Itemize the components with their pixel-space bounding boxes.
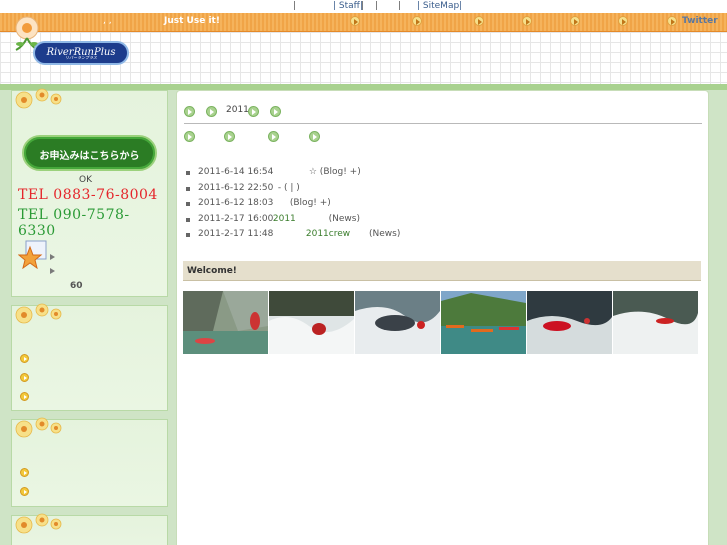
news-item[interactable]: 2011-6-12 22:50 - ( | ) [186, 183, 400, 199]
flower-decoration-icon [15, 513, 62, 534]
news-text: (Blog! +) [289, 198, 331, 208]
kayak-photo[interactable] [613, 291, 698, 354]
menu-arrow-icon[interactable] [412, 16, 422, 26]
category-arrow-icon[interactable] [224, 131, 235, 142]
twitter-link[interactable]: Twitter [682, 16, 718, 26]
breadcrumb-arrow-icon[interactable] [270, 106, 281, 117]
rafting-photo[interactable] [527, 291, 612, 354]
menu-bullet-icon[interactable] [20, 487, 29, 496]
count-value: 60 [70, 281, 83, 291]
breadcrumb-arrow-icon[interactable] [248, 106, 259, 117]
menu-arrow-icon[interactable] [522, 16, 532, 26]
site-logo[interactable]: RiverRunPlus リバーランプラス [33, 41, 129, 65]
flower-decoration-icon [15, 88, 62, 109]
news-item[interactable]: 2011-6-14 16:54 ☆ (Blog! +) [186, 167, 400, 183]
apply-button-label: お申込みはこちらから [39, 151, 140, 162]
news-text: (News) [369, 229, 401, 239]
news-date: 2011-6-12 22:50 [198, 182, 274, 193]
nav-sitemap-link[interactable]: | SiteMap| [417, 1, 462, 11]
apply-button[interactable]: お申込みはこちらから [22, 135, 157, 171]
news-date: 2011-2-17 16:00 [198, 213, 274, 224]
category-arrow-icon[interactable] [184, 131, 195, 142]
news-text: ☆ (Blog! +) [308, 167, 361, 177]
breadcrumb-arrow-icon[interactable] [184, 106, 195, 117]
welcome-bar: Welcome! [183, 261, 701, 281]
sidebar-box [11, 513, 168, 545]
nav-separator: | [361, 1, 365, 11]
main-content: 2011 2011-6-14 16:54 ☆ (Blog! +) 2011-6-… [176, 90, 709, 545]
sidebar-arrow-icon[interactable] [50, 254, 55, 260]
welcome-heading: Welcome! [187, 266, 237, 276]
breadcrumb-year[interactable]: 2011 [226, 105, 249, 115]
news-list: 2011-6-14 16:54 ☆ (Blog! +) 2011-6-12 22… [186, 167, 400, 245]
menu-arrow-icon[interactable] [350, 16, 360, 26]
ok-text: OK [79, 175, 92, 185]
news-date: 2011-6-14 16:54 [198, 167, 274, 177]
header-bar: , , Just Use it! Twitter [0, 13, 727, 32]
menu-arrow-icon[interactable] [474, 16, 484, 26]
sidebar-arrow-icon[interactable] [50, 268, 55, 274]
site-header: RiverRunPlus リバーランプラス [0, 16, 727, 84]
news-link[interactable]: 2011 [273, 214, 296, 224]
category-arrow-icon[interactable] [268, 131, 279, 142]
sidebar-menu-box [11, 303, 168, 411]
nav-separator: | [398, 1, 402, 11]
flower-decoration-icon [15, 303, 62, 324]
phone-number-2: TEL 090-7578-6330 [18, 207, 130, 239]
twitter-arrow-icon[interactable] [667, 16, 677, 26]
nav-separator: | [293, 1, 297, 11]
top-nav: | | Staff| | | | | SiteMap| [0, 0, 727, 13]
menu-bullet-icon[interactable] [20, 354, 29, 363]
logo-subtext: リバーランプラス [65, 55, 97, 60]
nav-staff-link[interactable]: | Staff| [333, 1, 363, 11]
star-badge-icon[interactable] [18, 239, 48, 269]
header-bar-dots: , , [103, 16, 112, 26]
news-item[interactable]: 2011-6-12 18:03 (Blog! +) [186, 198, 400, 214]
news-item[interactable]: 2011-2-17 16:00 2011 (News) [186, 214, 400, 230]
breadcrumb-arrow-icon[interactable] [206, 106, 217, 117]
flower-decoration-icon [15, 417, 62, 438]
news-text: - ( | ) [277, 182, 300, 193]
menu-bullet-icon[interactable] [20, 468, 29, 477]
menu-bullet-icon[interactable] [20, 373, 29, 382]
news-item[interactable]: 2011-2-17 11:48 2011crew (News) [186, 229, 400, 245]
rafting-photo[interactable] [355, 291, 440, 354]
sidebar-contact-box: お申込みはこちらから OK TEL 0883-76-8004 TEL 090-7… [11, 88, 168, 297]
menu-arrow-icon[interactable] [570, 16, 580, 26]
category-arrow-icon[interactable] [309, 131, 320, 142]
menu-arrow-icon[interactable] [618, 16, 628, 26]
phone-number-1: TEL 0883-76-8004 [18, 187, 158, 203]
sidebar-links-box [11, 417, 168, 507]
kayak-photo[interactable] [441, 291, 526, 354]
news-link[interactable]: 2011crew [306, 229, 350, 239]
news-text: (News) [328, 213, 360, 224]
photo-strip [183, 291, 701, 354]
menu-bullet-icon[interactable] [20, 392, 29, 401]
news-date: 2011-2-17 11:48 [198, 229, 274, 239]
rafting-photo[interactable] [183, 291, 268, 354]
divider [184, 123, 702, 124]
slogan: Just Use it! [164, 16, 220, 26]
nav-separator: | [375, 1, 379, 11]
news-date: 2011-6-12 18:03 [198, 198, 274, 208]
rafting-photo[interactable] [269, 291, 354, 354]
